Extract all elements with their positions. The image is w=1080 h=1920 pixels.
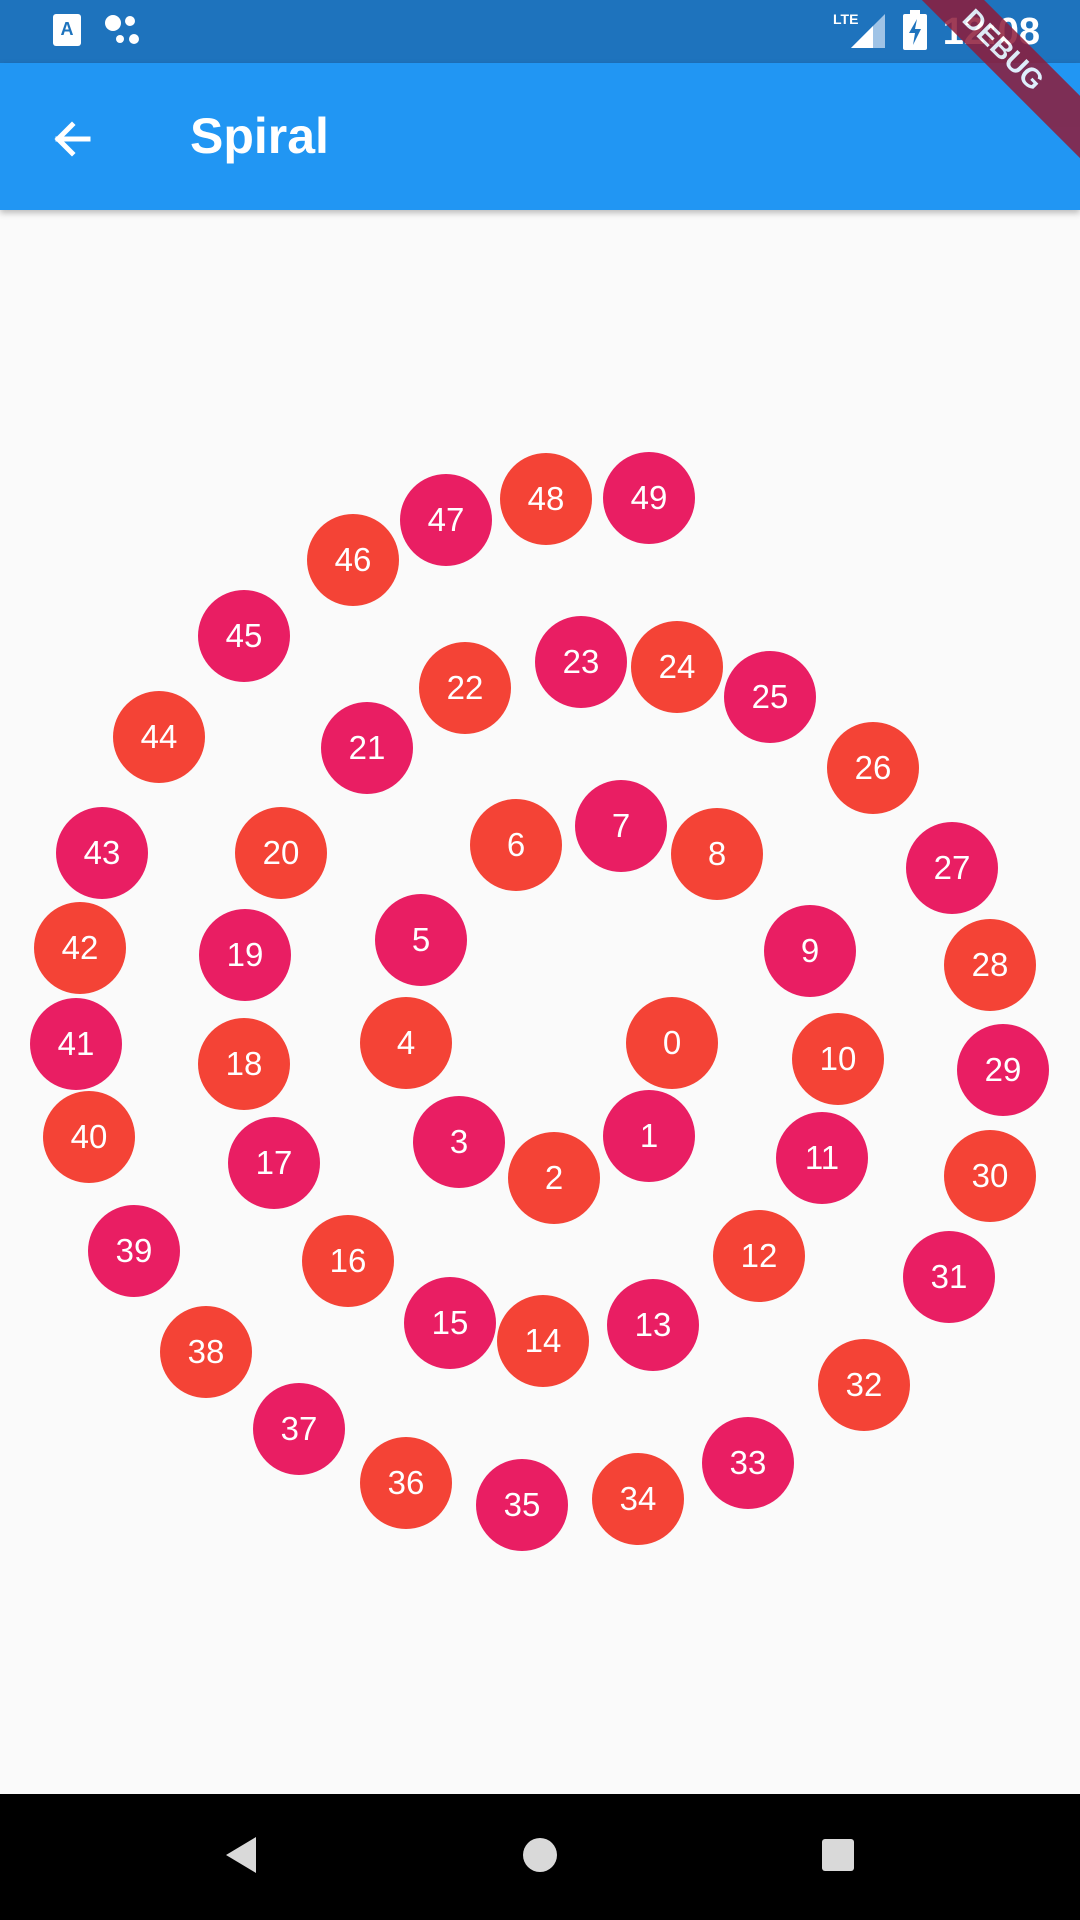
- spiral-dot: 42: [34, 902, 126, 994]
- spiral-dot: 0: [626, 997, 718, 1089]
- spiral-dot: 22: [419, 642, 511, 734]
- spiral-dot: 26: [827, 722, 919, 814]
- spiral-dot: 19: [199, 909, 291, 1001]
- spiral-dot: 46: [307, 514, 399, 606]
- spiral-dot: 24: [631, 621, 723, 713]
- spiral-dot: 17: [228, 1117, 320, 1209]
- spiral-dot: 29: [957, 1024, 1049, 1116]
- status-bar: A LTE 12:08: [0, 0, 1080, 63]
- spiral-dot: 15: [404, 1277, 496, 1369]
- system-nav-bar: [0, 1794, 1080, 1920]
- spiral-dot: 1: [603, 1090, 695, 1182]
- spiral-dot: 6: [470, 799, 562, 891]
- svg-text:LTE: LTE: [833, 11, 858, 27]
- spiral-dot: 20: [235, 807, 327, 899]
- spiral-dot: 36: [360, 1437, 452, 1529]
- battery-icon: [902, 10, 927, 55]
- spiral-dot: 48: [500, 453, 592, 545]
- arrow-back-icon: [48, 115, 96, 168]
- assistant-icon: [104, 12, 146, 53]
- keyboard-app-icon: A: [52, 13, 82, 52]
- spiral-dot: 10: [792, 1013, 884, 1105]
- spiral-dot: 7: [575, 780, 667, 872]
- nav-back-button[interactable]: [210, 1825, 274, 1889]
- lte-signal-icon: LTE: [833, 10, 887, 55]
- nav-back-icon: [224, 1835, 260, 1880]
- spiral-dot: 39: [88, 1205, 180, 1297]
- spiral-dot: 37: [253, 1383, 345, 1475]
- app-bar: Spiral: [0, 63, 1080, 210]
- spiral-dot: 28: [944, 919, 1036, 1011]
- back-button[interactable]: [30, 99, 114, 183]
- spiral-dot: 34: [592, 1453, 684, 1545]
- spiral-dot: 27: [906, 822, 998, 914]
- spiral-dot: 12: [713, 1210, 805, 1302]
- spiral-dot: 44: [113, 691, 205, 783]
- spiral-dot: 16: [302, 1215, 394, 1307]
- spiral-dot: 49: [603, 452, 695, 544]
- spiral-dot: 43: [56, 807, 148, 899]
- spiral-dot: 8: [671, 808, 763, 900]
- spiral-dot: 5: [375, 894, 467, 986]
- spiral-dot: 35: [476, 1459, 568, 1551]
- nav-home-button[interactable]: [508, 1825, 572, 1889]
- spiral-dot: 14: [497, 1295, 589, 1387]
- spiral-dot: 33: [702, 1417, 794, 1509]
- page-title: Spiral: [190, 108, 329, 164]
- spiral-canvas: 0 1 2 3 4 5 6 7 8 9 10 11 12 13 14 15 16 17 18 19 20 21 22 23 24…: [0, 210, 1080, 1794]
- nav-recents-icon: [820, 1837, 856, 1878]
- spiral-dot: 23: [535, 616, 627, 708]
- nav-recents-button[interactable]: [806, 1825, 870, 1889]
- spiral-dot: 31: [903, 1231, 995, 1323]
- spiral-dot: 32: [818, 1339, 910, 1431]
- spiral-dot: 3: [413, 1096, 505, 1188]
- spiral-dot: 38: [160, 1306, 252, 1398]
- spiral-dot: 2: [508, 1132, 600, 1224]
- svg-text:A: A: [61, 19, 74, 39]
- spiral-dot: 30: [944, 1130, 1036, 1222]
- spiral-dot: 25: [724, 651, 816, 743]
- spiral-dot: 9: [764, 905, 856, 997]
- spiral-dot: 13: [607, 1279, 699, 1371]
- nav-home-icon: [521, 1836, 559, 1879]
- spiral-dot: 21: [321, 702, 413, 794]
- spiral-dot: 45: [198, 590, 290, 682]
- spiral-dot: 47: [400, 474, 492, 566]
- spiral-dot: 40: [43, 1091, 135, 1183]
- spiral-dot: 11: [776, 1112, 868, 1204]
- spiral-dot: 4: [360, 997, 452, 1089]
- spiral-dot: 18: [198, 1018, 290, 1110]
- spiral-dot: 41: [30, 998, 122, 1090]
